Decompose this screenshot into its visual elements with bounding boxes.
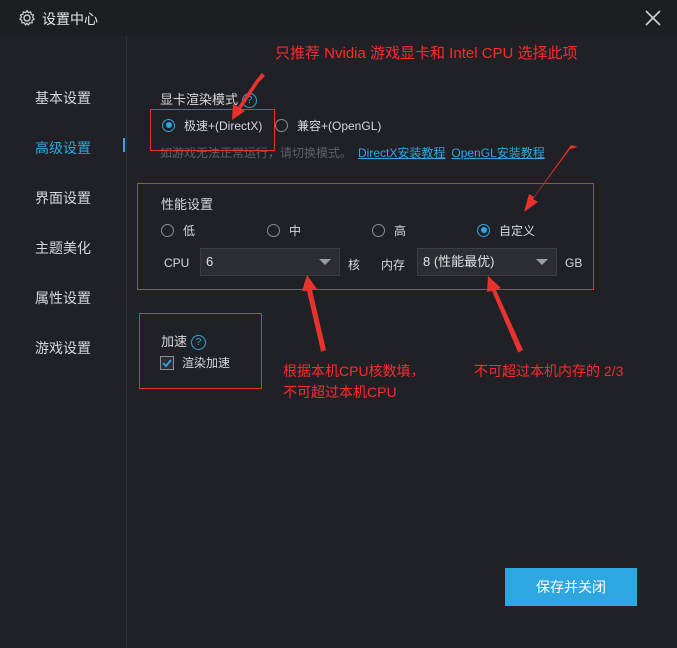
arrow-to-cpu-select [302, 275, 326, 352]
annotation-arrows [232, 73, 578, 353]
arrow-to-memory-select [487, 276, 523, 353]
arrow-to-custom [524, 145, 578, 212]
arrow-to-directx [232, 73, 265, 120]
